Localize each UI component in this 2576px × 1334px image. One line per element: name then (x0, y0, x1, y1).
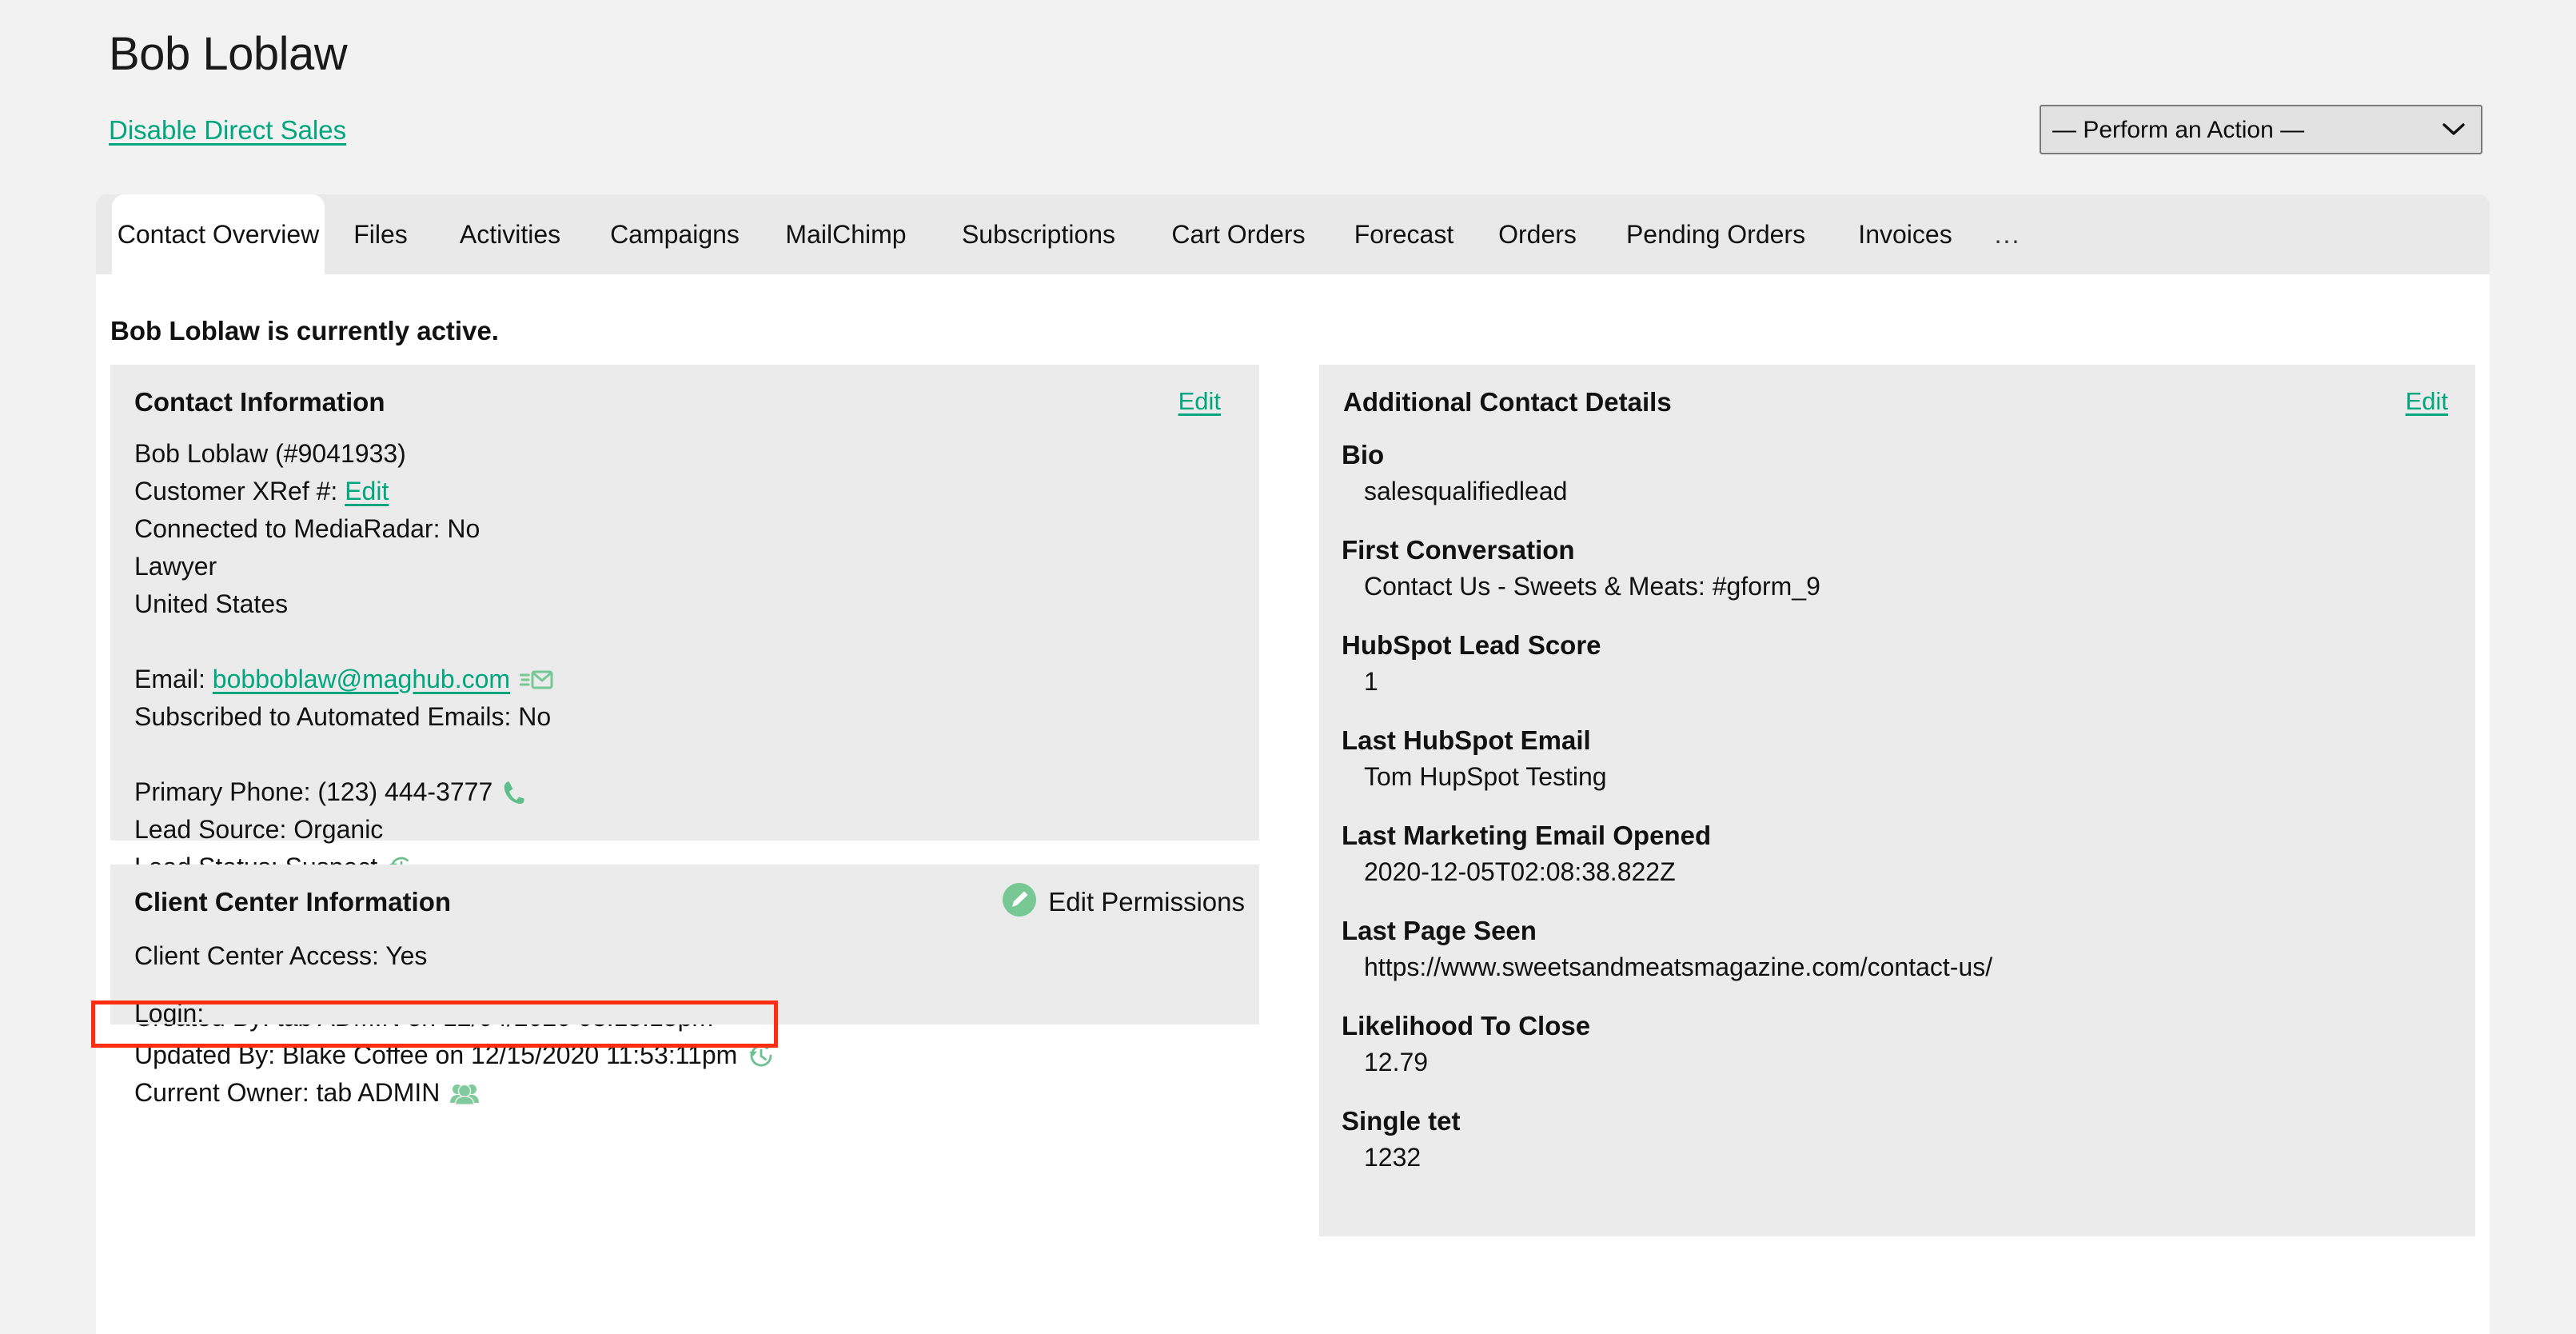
detail-value: Contact Us - Sweets & Meats: #gform_9 (1364, 572, 1820, 601)
contact-country: United States (134, 589, 289, 618)
page-title: Bob Loblaw (109, 28, 348, 80)
phone-icon[interactable] (502, 780, 526, 805)
email-address-link[interactable]: bobboblaw@maghub.com (213, 661, 510, 698)
tab-label: Cart Orders (1171, 219, 1306, 249)
contact-status-line: Bob Loblaw is currently active. (110, 316, 499, 345)
tab-label: Files (353, 219, 408, 249)
primary-phone-row: Primary Phone: (123) 444-3777 (134, 773, 1238, 811)
tab-label: Activities (459, 219, 561, 249)
tab-label: ... (1994, 219, 2021, 249)
contact-occupation: Lawyer (134, 552, 217, 581)
detail-item: Last Page Seen https://www.sweetsandmeats… (1342, 913, 2453, 985)
send-email-icon[interactable] (520, 668, 553, 692)
edit-permissions-button[interactable]: Edit Permissions (1002, 882, 1245, 921)
tab-label: Campaigns (610, 219, 740, 249)
tab-campaigns[interactable]: Campaigns (596, 194, 754, 274)
perform-action-dropdown-wrap: — Perform an Action — (2040, 105, 2482, 154)
tab-[interactable]: ... (1983, 194, 2032, 274)
email-row: Email: bobboblaw@maghub.com (134, 661, 1238, 698)
customer-xref-edit-link[interactable]: Edit (345, 473, 389, 510)
page-header: Bob Loblaw Disable Direct Sales — Perfor… (0, 0, 2576, 192)
detail-value: salesqualifiedlead (1364, 477, 1568, 505)
additional-contact-details-heading: Additional Contact Details (1343, 387, 1672, 417)
additional-contact-details-panel: Additional Contact Details Edit Bio sales… (1319, 365, 2475, 1236)
detail-label: HubSpot Lead Score (1342, 630, 1601, 660)
history-clock-icon[interactable] (747, 1041, 776, 1070)
tab-label: MailChimp (785, 219, 907, 249)
current-owner-text: Current Owner: tab ADMIN (134, 1078, 441, 1107)
detail-item: Bio salesqualifiedlead (1342, 437, 2453, 509)
main-content: Bob Loblaw is currently active. Contact … (96, 274, 2490, 1334)
connected-mediaradar: Connected to MediaRadar: No (134, 514, 481, 543)
current-owner-row: Current Owner: tab ADMIN (134, 1074, 1238, 1112)
contact-information-edit-link[interactable]: Edit (1178, 387, 1221, 416)
client-center-heading: Client Center Information (134, 887, 452, 917)
updated-by-text: Updated By: Blake Coffee on 12/15/2020 1… (134, 1040, 738, 1069)
detail-label: Last HubSpot Email (1342, 725, 1591, 755)
tab-files[interactable]: Files (336, 194, 425, 274)
tab-invoices[interactable]: Invoices (1840, 194, 1970, 274)
email-label: Email: (134, 665, 205, 693)
primary-phone-text: Primary Phone: (123) 444-3777 (134, 777, 493, 806)
detail-label: Single tet (1342, 1106, 1461, 1136)
detail-item: Single tet 1232 (1342, 1103, 2453, 1176)
client-center-access: Client Center Access: Yes (134, 941, 428, 970)
client-center-body: Client Center Access: Yes Login: (134, 935, 427, 1024)
detail-label: Last Page Seen (1342, 916, 1537, 945)
tab-label: Subscriptions (961, 219, 1116, 249)
tab-mailchimp[interactable]: MailChimp (766, 194, 926, 274)
contact-information-heading: Contact Information (134, 387, 385, 417)
tab-cart-orders[interactable]: Cart Orders (1153, 194, 1324, 274)
perform-action-select[interactable]: — Perform an Action — (2040, 105, 2482, 154)
edit-pencil-icon (1002, 882, 1037, 921)
tab-bar: Contact Overview Files Activities Campaigns… (96, 194, 2490, 274)
contact-information-panel: Contact Information Edit Bob Loblaw (#90… (110, 365, 1259, 1107)
detail-item: First Conversation Contact Us - Sweets & … (1342, 532, 2453, 605)
tab-subscriptions[interactable]: Subscriptions (938, 194, 1139, 274)
detail-label: Bio (1342, 440, 1385, 469)
disable-direct-sales-link[interactable]: Disable Direct Sales (109, 115, 346, 146)
lead-source: Lead Source: Organic (134, 815, 384, 844)
tab-label: Invoices (1858, 219, 1952, 249)
subscribed-automated-emails: Subscribed to Automated Emails: No (134, 702, 552, 731)
detail-item: HubSpot Lead Score 1 (1342, 627, 2453, 700)
client-center-login-label: Login: (134, 999, 205, 1024)
detail-value: 1 (1364, 667, 1378, 696)
detail-value: Tom HupSpot Testing (1364, 762, 1607, 791)
detail-label: First Conversation (1342, 535, 1575, 565)
edit-permissions-label: Edit Permissions (1048, 886, 1245, 917)
client-center-information-panel: Client Center Information Edit Permissio… (110, 865, 1259, 1024)
tab-forecast[interactable]: Forecast (1337, 194, 1471, 274)
detail-value: 12.79 (1364, 1048, 1429, 1076)
tab-label: Pending Orders (1625, 219, 1806, 249)
users-group-icon[interactable] (449, 1080, 480, 1106)
tab-label: Contact Overview (117, 219, 320, 249)
detail-item: Likelihood To Close 12.79 (1342, 1008, 2453, 1080)
detail-label: Last Marketing Email Opened (1342, 821, 1712, 850)
detail-item: Last Marketing Email Opened 2020-12-05T02… (1342, 817, 2453, 890)
detail-value: https://www.sweetsandmeatsmagazine.com/c… (1364, 953, 1993, 981)
detail-label: Likelihood To Close (1342, 1011, 1591, 1040)
detail-value: 2020-12-05T02:08:38.822Z (1364, 857, 1676, 886)
additional-contact-details-body: Bio salesqualifiedlead First Conversation C… (1342, 437, 2453, 1198)
customer-xref-label: Customer XRef #: (134, 477, 338, 505)
tab-activities[interactable]: Activities (436, 194, 584, 274)
contact-name-id: Bob Loblaw (#9041933) (134, 439, 406, 468)
tab-contact-overview[interactable]: Contact Overview (112, 194, 325, 274)
additional-contact-details-edit-link[interactable]: Edit (2406, 387, 2448, 416)
customer-xref-row: Customer XRef #: Edit (134, 473, 1238, 510)
tab-orders[interactable]: Orders (1484, 194, 1591, 274)
tab-label: Forecast (1354, 219, 1454, 249)
updated-by-row: Updated By: Blake Coffee on 12/15/2020 1… (134, 1036, 1238, 1074)
tab-pending-orders[interactable]: Pending Orders (1602, 194, 1829, 274)
tab-label: Orders (1498, 219, 1577, 249)
detail-item: Last HubSpot Email Tom HupSpot Testing (1342, 722, 2453, 795)
detail-value: 1232 (1364, 1143, 1422, 1172)
contact-overview-page: Bob Loblaw Disable Direct Sales — Perfor… (0, 0, 2576, 1334)
